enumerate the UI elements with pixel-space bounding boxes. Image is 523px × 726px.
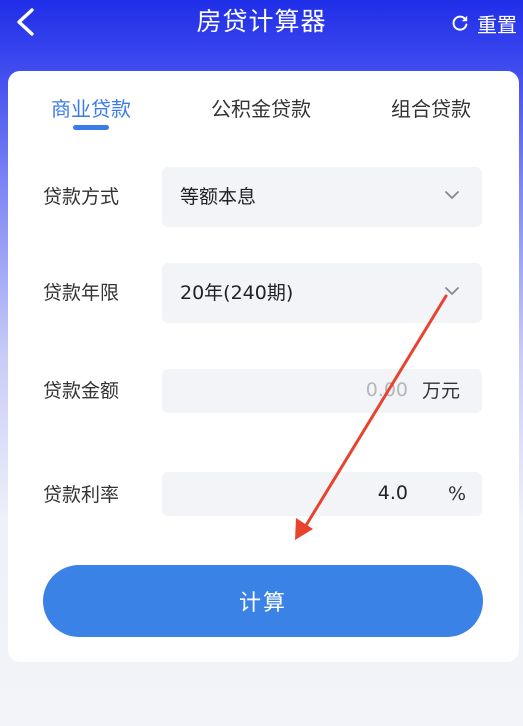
calculator-card: 商业贷款 公积金贷款 组合贷款 贷款方式 等额本息 贷款年限 20年(240期)… xyxy=(8,71,519,662)
tab-commercial-loan[interactable]: 商业贷款 xyxy=(51,95,131,123)
page-title: 房贷计算器 xyxy=(196,7,327,36)
chevron-down-icon xyxy=(445,191,459,199)
refresh-icon xyxy=(452,15,468,31)
loan-rate-field: % xyxy=(162,472,482,516)
loan-method-value: 等额本息 xyxy=(180,186,257,208)
loan-term-value: 20年(240期) xyxy=(180,282,294,304)
loan-amount-input[interactable] xyxy=(172,373,408,407)
reset-label: 重置 xyxy=(477,12,517,37)
loan-term-label: 贷款年限 xyxy=(43,282,120,304)
calculate-button[interactable]: 计算 xyxy=(43,565,483,637)
loan-term-select[interactable]: 20年(240期) xyxy=(162,263,482,323)
loan-rate-label: 贷款利率 xyxy=(43,484,120,506)
app-header: 房贷计算器 重置 xyxy=(0,0,523,46)
loan-method-select[interactable]: 等额本息 xyxy=(162,167,482,227)
tab-combined-loan[interactable]: 组合贷款 xyxy=(391,95,471,123)
active-tab-indicator xyxy=(73,125,109,130)
chevron-down-icon xyxy=(445,287,459,295)
loan-amount-field: 万元 xyxy=(162,369,482,413)
loan-amount-unit: 万元 xyxy=(422,380,461,402)
loan-rate-input[interactable] xyxy=(172,476,408,510)
tab-provident-fund-loan[interactable]: 公积金贷款 xyxy=(211,95,311,123)
reset-button[interactable]: 重置 xyxy=(451,8,517,38)
loan-rate-unit: % xyxy=(448,483,467,505)
loan-method-label: 贷款方式 xyxy=(43,186,120,208)
loan-amount-label: 贷款金额 xyxy=(43,380,120,402)
